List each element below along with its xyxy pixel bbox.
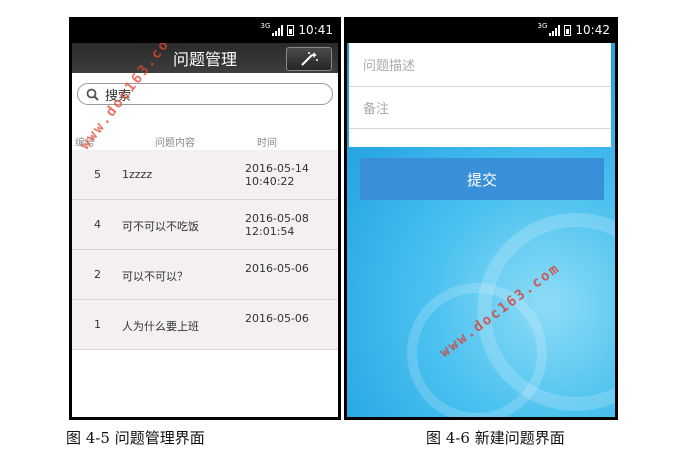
problem-management-screen: 问题管理 搜索 编号 问题内容 时间 5 1zzzz 2016-05-14 10… [72,43,338,417]
new-problem-phone: 3G 10:42 问题描述 备注 提交 www.doc163.com [344,17,618,420]
problem-content: 可以不可以？ [122,270,188,283]
new-problem-button[interactable] [286,47,332,71]
problem-management-phone: 3G 10:41 问题管理 搜索 编号 问题内容 时间 5 1zzzz 2016… [69,17,341,420]
search-icon [86,88,99,101]
new-problem-screen: 问题描述 备注 提交 www.doc163.com [347,43,615,417]
list-item[interactable]: 1 人为什么要上班 2016-05-06 [72,300,338,350]
description-field[interactable]: 问题描述 [349,43,611,87]
magic-wand-icon [301,52,318,66]
problem-time: 2016-05-08 12:01:54 [245,212,309,238]
background-decoration [407,283,547,417]
problem-id: 2 [94,268,101,281]
list-item[interactable]: 4 可不可以不吃饭 2016-05-08 12:01:54 [72,200,338,250]
battery-icon [564,24,572,36]
figure-caption-left: 图 4-5 问题管理界面 [66,429,205,447]
list-header: 编号 问题内容 时间 [72,134,338,150]
problem-id: 1 [94,318,101,331]
problem-time: 2016-05-06 [245,312,309,325]
title-bar: 问题管理 [72,43,338,73]
signal-icon [549,24,561,36]
remark-field[interactable]: 备注 [349,87,611,129]
status-time: 10:41 [298,23,333,37]
status-time: 10:42 [575,23,610,37]
page-title: 问题管理 [172,50,237,69]
column-time-header: 时间 [257,138,277,149]
submit-button[interactable]: 提交 [360,158,604,200]
problem-time: 2016-05-06 [245,262,309,275]
problem-content: 可不可以不吃饭 [122,220,199,233]
signal-icon [272,24,284,36]
problem-content: 人为什么要上班 [122,320,199,333]
network-type: 3G [260,21,271,30]
network-type: 3G [537,21,548,30]
battery-icon [287,24,295,36]
figure-caption-right: 图 4-6 新建问题界面 [426,429,565,447]
remark-placeholder: 备注 [363,102,390,117]
description-placeholder: 问题描述 [363,59,416,74]
column-content-header: 问题内容 [155,138,195,149]
problem-content: 1zzzz [122,168,153,181]
status-bar: 3G 10:41 [69,17,341,43]
status-bar: 3G 10:42 [344,17,618,43]
problem-list: 5 1zzzz 2016-05-14 10:40:22 4 可不可以不吃饭 201… [72,150,338,350]
list-item[interactable]: 5 1zzzz 2016-05-14 10:40:22 [72,150,338,200]
list-item[interactable]: 2 可以不可以？ 2016-05-06 [72,250,338,300]
problem-id: 5 [94,168,101,181]
problem-id: 4 [94,218,101,231]
empty-area [72,350,338,417]
problem-form: 问题描述 备注 [349,43,611,147]
problem-time: 2016-05-14 10:40:22 [245,162,309,188]
